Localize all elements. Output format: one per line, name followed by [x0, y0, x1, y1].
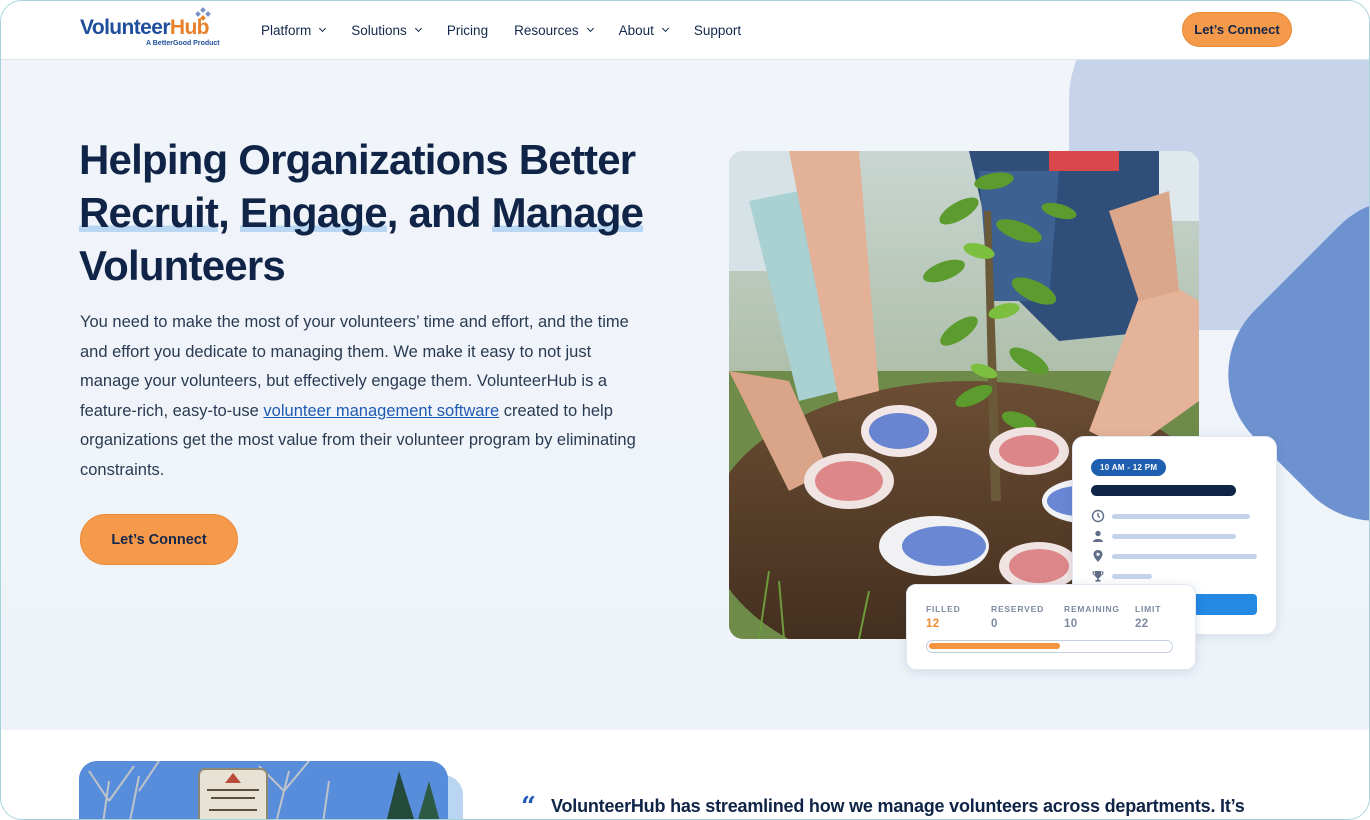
- chevron-down-icon: [414, 24, 422, 32]
- hero-description: You need to make the most of your volunt…: [80, 313, 636, 479]
- nav-item-resources[interactable]: Resources: [514, 20, 594, 40]
- highlight-manage: Manage: [491, 189, 644, 236]
- chevron-down-icon: [586, 24, 594, 32]
- event-location-row: [1091, 549, 1261, 563]
- hero-connect-button[interactable]: Let’s Connect: [80, 514, 238, 565]
- logo-wordmark: VolunteerHub: [80, 16, 210, 39]
- person-icon: [1093, 530, 1103, 542]
- chevron-down-icon: [661, 24, 669, 32]
- event-signup-button[interactable]: [1193, 594, 1257, 615]
- clock-icon: [1091, 509, 1105, 523]
- stat-filled: FILLED 12: [926, 604, 961, 630]
- nav-item-about[interactable]: About: [619, 20, 669, 40]
- trophy-icon: [1092, 571, 1104, 582]
- event-time-badge: 10 AM - 12 PM: [1091, 459, 1167, 476]
- chevron-down-icon: [319, 24, 327, 32]
- nav-item-support[interactable]: Support: [694, 20, 741, 40]
- volunteer-management-software-link[interactable]: volunteer management software: [263, 402, 499, 420]
- page: VolunteerHub A BetterGood Product Platfo…: [0, 0, 1370, 820]
- stat-reserved: RESERVED 0: [991, 604, 1045, 630]
- location-pin-icon: [1093, 550, 1103, 562]
- testimonial-text: VolunteerHub has streamlined how we mana…: [551, 796, 1245, 816]
- volunteerhub-logo[interactable]: VolunteerHub A BetterGood Product: [80, 7, 220, 51]
- hero-title: Helping Organizations Better Recruit, En…: [79, 136, 644, 289]
- event-time-row: [1091, 509, 1261, 523]
- stat-remaining: REMAINING 10: [1064, 604, 1120, 630]
- adopt-a-street-sign-photo: [79, 761, 448, 819]
- logo-tagline: A BetterGood Product: [146, 40, 220, 47]
- hero-section: Helping Organizations Better Recruit, En…: [1, 60, 1369, 730]
- event-title-placeholder: [1091, 485, 1236, 496]
- shift-stats-card: FILLED 12 RESERVED 0 REMAINING 10 LIMIT …: [906, 584, 1196, 670]
- event-person-row: [1091, 529, 1261, 543]
- quote-mark-icon: “: [521, 792, 536, 820]
- testimonial-section: “ VolunteerHub has streamlined how we ma…: [1, 730, 1369, 820]
- fill-progress-bar: [926, 640, 1173, 653]
- highlight-engage: Engage: [239, 189, 388, 236]
- nav-item-pricing[interactable]: Pricing: [447, 20, 488, 40]
- highlight-recruit: Recruit: [79, 189, 219, 236]
- header-connect-button[interactable]: Let’s Connect: [1182, 12, 1292, 47]
- progress-fill: [929, 643, 1060, 649]
- main-nav: Platform Solutions Pricing Resources Abo…: [261, 20, 767, 40]
- site-header: VolunteerHub A BetterGood Product Platfo…: [1, 1, 1369, 60]
- event-trophy-row: [1091, 569, 1261, 583]
- stat-limit: LIMIT 22: [1135, 604, 1162, 630]
- nav-item-platform[interactable]: Platform: [261, 20, 327, 40]
- nav-item-solutions[interactable]: Solutions: [351, 20, 422, 40]
